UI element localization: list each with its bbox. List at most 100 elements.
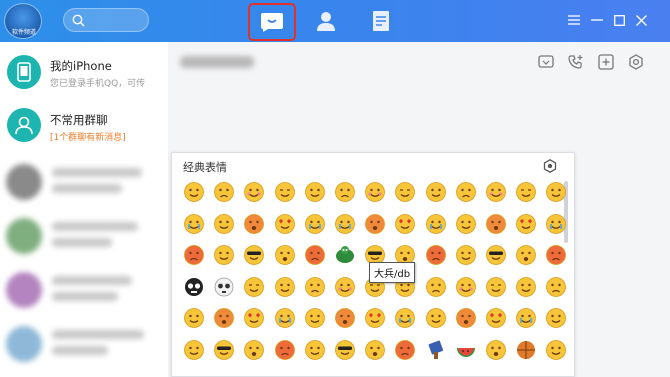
list-item[interactable] — [0, 320, 168, 370]
close-button[interactable] — [633, 12, 649, 28]
emoji-item[interactable] — [514, 243, 538, 267]
blurred-text — [52, 346, 108, 355]
emoji-item[interactable] — [303, 338, 327, 362]
emoji-item[interactable] — [514, 212, 538, 236]
list-item[interactable] — [0, 158, 168, 208]
emoji-item[interactable] — [303, 212, 327, 236]
emoji-item[interactable] — [484, 275, 508, 299]
emoji-item[interactable] — [212, 275, 236, 299]
emoji-item[interactable] — [182, 275, 206, 299]
emoji-item[interactable] — [363, 338, 387, 362]
emoji-item[interactable] — [544, 338, 568, 362]
emoji-item[interactable] — [514, 338, 538, 362]
emoji-item[interactable] — [182, 338, 206, 362]
emoji-item[interactable] — [484, 338, 508, 362]
emoji-item[interactable] — [484, 212, 508, 236]
emoji-item[interactable] — [242, 180, 266, 204]
emoji-item[interactable] — [273, 338, 297, 362]
screen-share-button[interactable] — [536, 52, 556, 72]
emoji-item[interactable] — [242, 243, 266, 267]
emoji-item[interactable] — [333, 243, 357, 267]
tab-contacts[interactable] — [311, 6, 341, 36]
emoji-item[interactable] — [242, 212, 266, 236]
emoji-item[interactable] — [363, 212, 387, 236]
emoji-item[interactable] — [242, 306, 266, 330]
emoji-item[interactable] — [454, 212, 478, 236]
emoji-item[interactable] — [484, 243, 508, 267]
chat-settings-button[interactable] — [626, 52, 646, 72]
emoji-item[interactable] — [182, 306, 206, 330]
voice-call-button[interactable] — [566, 52, 586, 72]
emoji-item[interactable] — [454, 338, 478, 362]
emoji-item[interactable] — [424, 275, 448, 299]
emoji-item[interactable] — [182, 212, 206, 236]
emoji-settings-button[interactable] — [542, 158, 558, 174]
emoji-item[interactable] — [454, 306, 478, 330]
emoji-item[interactable] — [424, 243, 448, 267]
emoji-item[interactable] — [333, 180, 357, 204]
search-input[interactable] — [63, 8, 149, 32]
emoji-item[interactable] — [544, 212, 568, 236]
conversation-name: 我的iPhone — [50, 59, 112, 73]
emoji-item[interactable] — [333, 212, 357, 236]
emoji-item[interactable] — [303, 180, 327, 204]
emoji-item[interactable] — [333, 306, 357, 330]
emoji-item[interactable] — [393, 338, 417, 362]
emoji-item[interactable] — [424, 306, 448, 330]
emoji-item[interactable] — [544, 180, 568, 204]
emoji-item[interactable] — [393, 212, 417, 236]
conversation-item-group[interactable]: 不常用群聊 [1个群聊有新消息] — [0, 100, 168, 148]
conversation-item-iphone[interactable]: 我的iPhone 您已登录手机QQ，可传 — [0, 48, 168, 96]
emoji-item[interactable] — [424, 338, 448, 362]
emoji-item[interactable] — [303, 275, 327, 299]
emoji-item[interactable] — [273, 180, 297, 204]
love-emoji-icon — [244, 308, 265, 328]
emoji-item[interactable] — [484, 306, 508, 330]
emoji-item[interactable] — [544, 243, 568, 267]
emoji-item[interactable] — [393, 180, 417, 204]
minimize-button[interactable] — [589, 12, 605, 28]
emoji-item[interactable] — [273, 306, 297, 330]
emoji-item[interactable] — [514, 306, 538, 330]
emoji-item[interactable] — [212, 180, 236, 204]
add-member-button[interactable] — [596, 52, 616, 72]
emoji-item[interactable] — [454, 275, 478, 299]
list-item[interactable] — [0, 212, 168, 262]
emoji-item[interactable] — [484, 180, 508, 204]
emoji-item[interactable] — [333, 338, 357, 362]
sleepy-emoji-icon — [274, 182, 295, 202]
emoji-item[interactable] — [424, 212, 448, 236]
list-item[interactable] — [0, 266, 168, 316]
emoji-item[interactable] — [544, 275, 568, 299]
emoji-item[interactable] — [273, 243, 297, 267]
grin-emoji-icon — [184, 339, 204, 360]
emoji-item[interactable] — [514, 180, 538, 204]
emoji-item[interactable] — [242, 338, 266, 362]
emoji-item[interactable] — [363, 180, 387, 204]
emoji-item[interactable] — [212, 212, 236, 236]
emoji-item[interactable] — [242, 275, 266, 299]
emoji-item[interactable] — [273, 212, 297, 236]
emoji-item[interactable] — [303, 243, 327, 267]
emoji-item[interactable] — [454, 243, 478, 267]
emoji-item[interactable] — [333, 275, 357, 299]
tab-messages[interactable] — [248, 3, 296, 41]
maximize-button[interactable] — [611, 12, 627, 28]
menu-button[interactable] — [566, 12, 582, 28]
emoji-item[interactable] — [273, 275, 297, 299]
emoji-item[interactable] — [182, 243, 206, 267]
emoji-item[interactable] — [212, 338, 236, 362]
emoji-item[interactable] — [303, 306, 327, 330]
settings-icon — [629, 54, 643, 70]
emoji-item[interactable] — [424, 180, 448, 204]
tab-files[interactable] — [366, 6, 396, 36]
emoji-item[interactable] — [212, 306, 236, 330]
avatar — [7, 55, 41, 89]
emoji-item[interactable] — [514, 275, 538, 299]
emoji-item[interactable] — [212, 243, 236, 267]
emoji-item[interactable] — [182, 180, 206, 204]
emoji-item[interactable] — [363, 306, 387, 330]
emoji-item[interactable] — [393, 306, 417, 330]
emoji-item[interactable] — [544, 306, 568, 330]
emoji-item[interactable] — [454, 180, 478, 204]
